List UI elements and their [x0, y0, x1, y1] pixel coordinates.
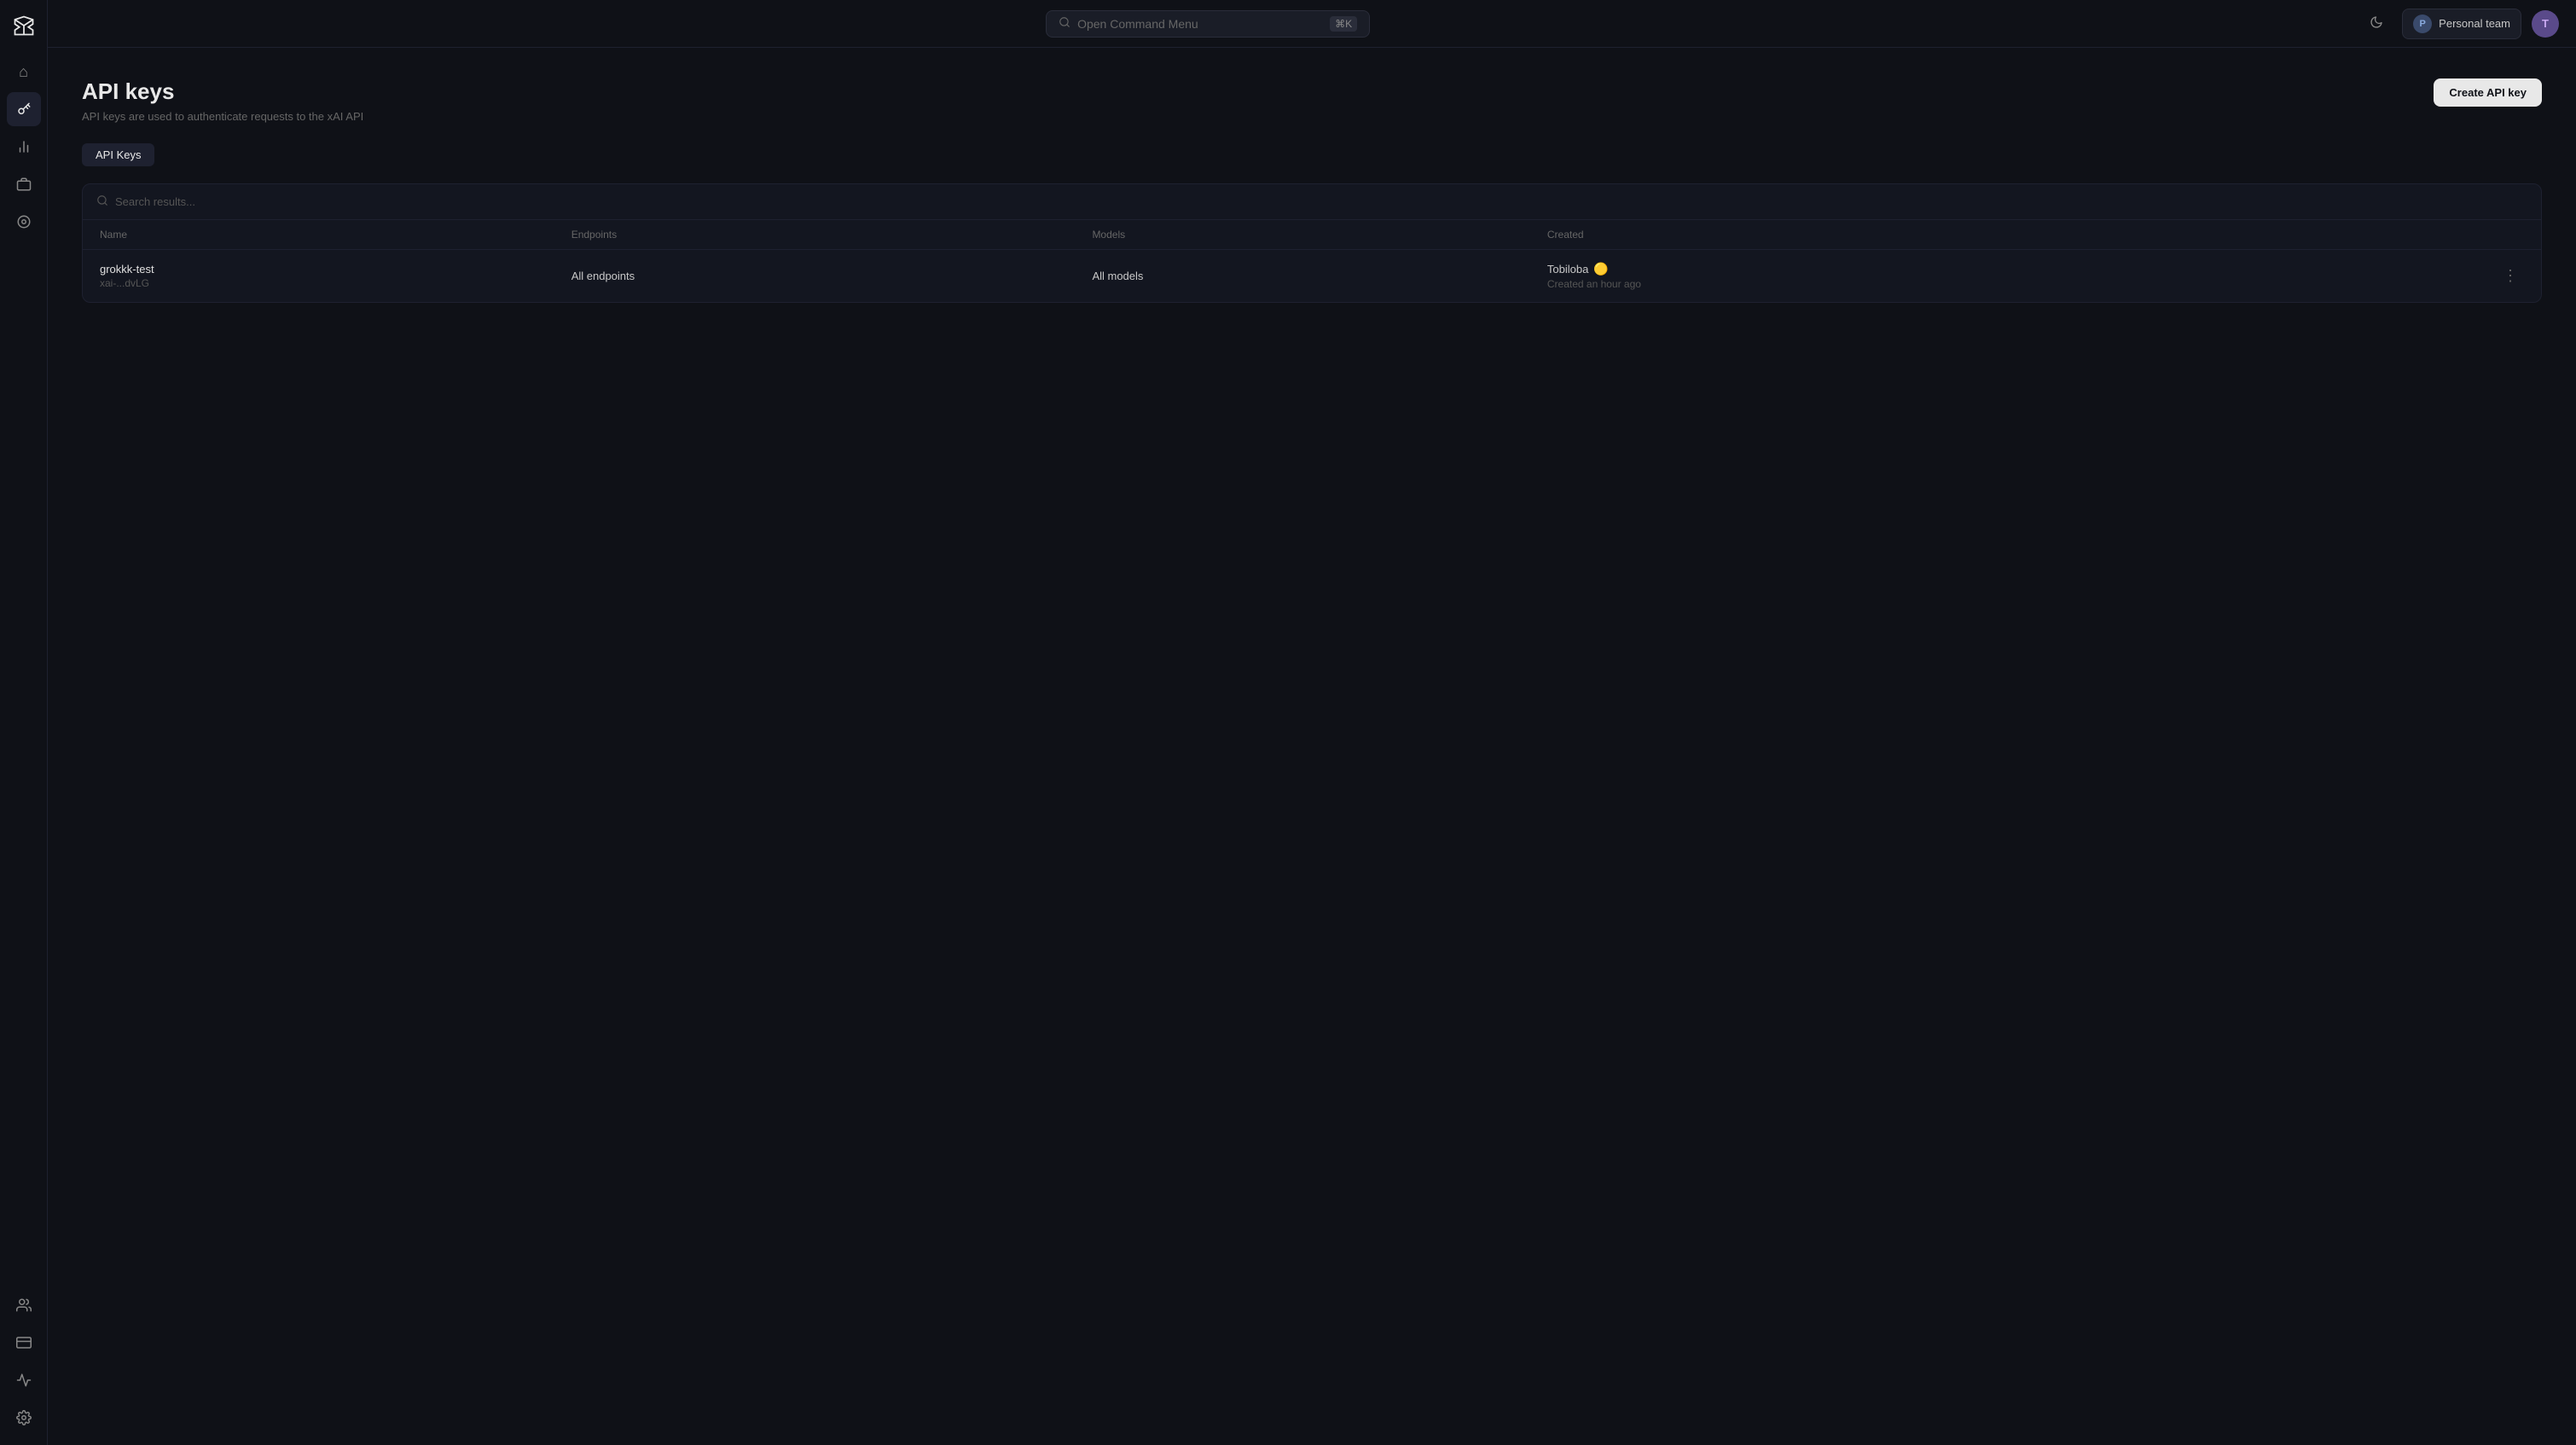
logo-icon	[12, 14, 36, 38]
page-content: API keys API keys are used to authentica…	[48, 48, 2576, 1445]
table-search-input[interactable]	[115, 195, 2527, 208]
dark-mode-toggle[interactable]	[2361, 9, 2392, 39]
sidebar-item-products[interactable]	[7, 167, 41, 201]
sidebar-item-settings[interactable]	[7, 1401, 41, 1435]
topbar-right: P Personal team T	[2361, 9, 2559, 39]
settings-icon	[16, 1410, 32, 1425]
table-header: Name Endpoints Models Created	[83, 220, 2541, 250]
created-time: Created an hour ago	[1547, 278, 2196, 290]
home-icon: ⌂	[19, 63, 28, 81]
table-search-icon	[96, 194, 108, 209]
content-header: API keys API keys are used to authentica…	[82, 78, 2542, 123]
team-selector[interactable]: P Personal team	[2402, 9, 2521, 39]
create-api-key-button[interactable]: Create API key	[2434, 78, 2542, 107]
creator-row: Tobiloba 🟡	[1547, 262, 2196, 276]
row-actions: ⋮	[2231, 263, 2524, 290]
tab-api-keys[interactable]: API Keys	[82, 143, 154, 166]
cell-endpoints: All endpoints	[554, 250, 1076, 303]
main-area: Open Command Menu ⌘K P Personal team T	[48, 0, 2576, 1445]
table-row[interactable]: grokkk-test xai-...dvLG All endpoints Al…	[83, 250, 2541, 303]
docs-icon	[16, 214, 32, 229]
creator-name: Tobiloba	[1547, 263, 1588, 276]
col-name: Name	[83, 220, 554, 250]
col-endpoints: Endpoints	[554, 220, 1076, 250]
key-id: xai-...dvLG	[100, 277, 537, 289]
cell-models: All models	[1075, 250, 1529, 303]
col-models: Models	[1075, 220, 1529, 250]
page-title-area: API keys API keys are used to authentica…	[82, 78, 363, 123]
api-keys-icon	[16, 102, 32, 117]
col-actions	[2213, 220, 2541, 250]
app-logo[interactable]	[9, 10, 39, 41]
metrics-icon	[16, 1372, 32, 1388]
command-search-box[interactable]: Open Command Menu ⌘K	[1046, 10, 1370, 38]
cell-created: Tobiloba 🟡 Created an hour ago	[1530, 250, 2213, 303]
more-icon: ⋮	[2503, 267, 2518, 285]
page-title: API keys	[82, 78, 363, 105]
table-search-row	[83, 184, 2541, 220]
team-icon	[16, 1297, 32, 1313]
team-name: Personal team	[2439, 17, 2510, 30]
analytics-icon	[16, 139, 32, 154]
billing-icon	[16, 1335, 32, 1350]
verified-icon: 🟡	[1593, 262, 1608, 276]
sidebar-item-team[interactable]	[7, 1288, 41, 1322]
sidebar-item-home[interactable]: ⌂	[7, 55, 41, 89]
search-label: Open Command Menu	[1077, 17, 1323, 31]
sidebar-item-billing[interactable]	[7, 1326, 41, 1360]
sidebar-item-metrics[interactable]	[7, 1363, 41, 1397]
page-subtitle: API keys are used to authenticate reques…	[82, 110, 363, 123]
col-created: Created	[1530, 220, 2213, 250]
table-body: grokkk-test xai-...dvLG All endpoints Al…	[83, 250, 2541, 303]
sidebar-item-api-keys[interactable]	[7, 92, 41, 126]
cell-name: grokkk-test xai-...dvLG	[83, 250, 554, 303]
products-icon	[16, 177, 32, 192]
search-shortcut: ⌘K	[1330, 16, 1357, 32]
sidebar-item-docs[interactable]	[7, 205, 41, 239]
topbar-search-area: Open Command Menu ⌘K	[65, 10, 2351, 38]
tab-strip: API Keys	[82, 143, 2542, 166]
topbar: Open Command Menu ⌘K P Personal team T	[48, 0, 2576, 48]
key-name: grokkk-test	[100, 263, 537, 276]
cell-row-actions: ⋮	[2213, 250, 2541, 303]
api-keys-table-container: Name Endpoints Models Created grokkk-tes…	[82, 183, 2542, 303]
search-icon	[1059, 16, 1070, 31]
moon-icon	[2370, 15, 2383, 32]
sidebar-item-analytics[interactable]	[7, 130, 41, 164]
api-keys-table: Name Endpoints Models Created grokkk-tes…	[83, 220, 2541, 302]
team-avatar: P	[2413, 15, 2432, 33]
user-avatar[interactable]: T	[2532, 10, 2559, 38]
row-more-button[interactable]: ⋮	[2497, 263, 2524, 290]
sidebar: ⌂	[0, 0, 48, 1445]
